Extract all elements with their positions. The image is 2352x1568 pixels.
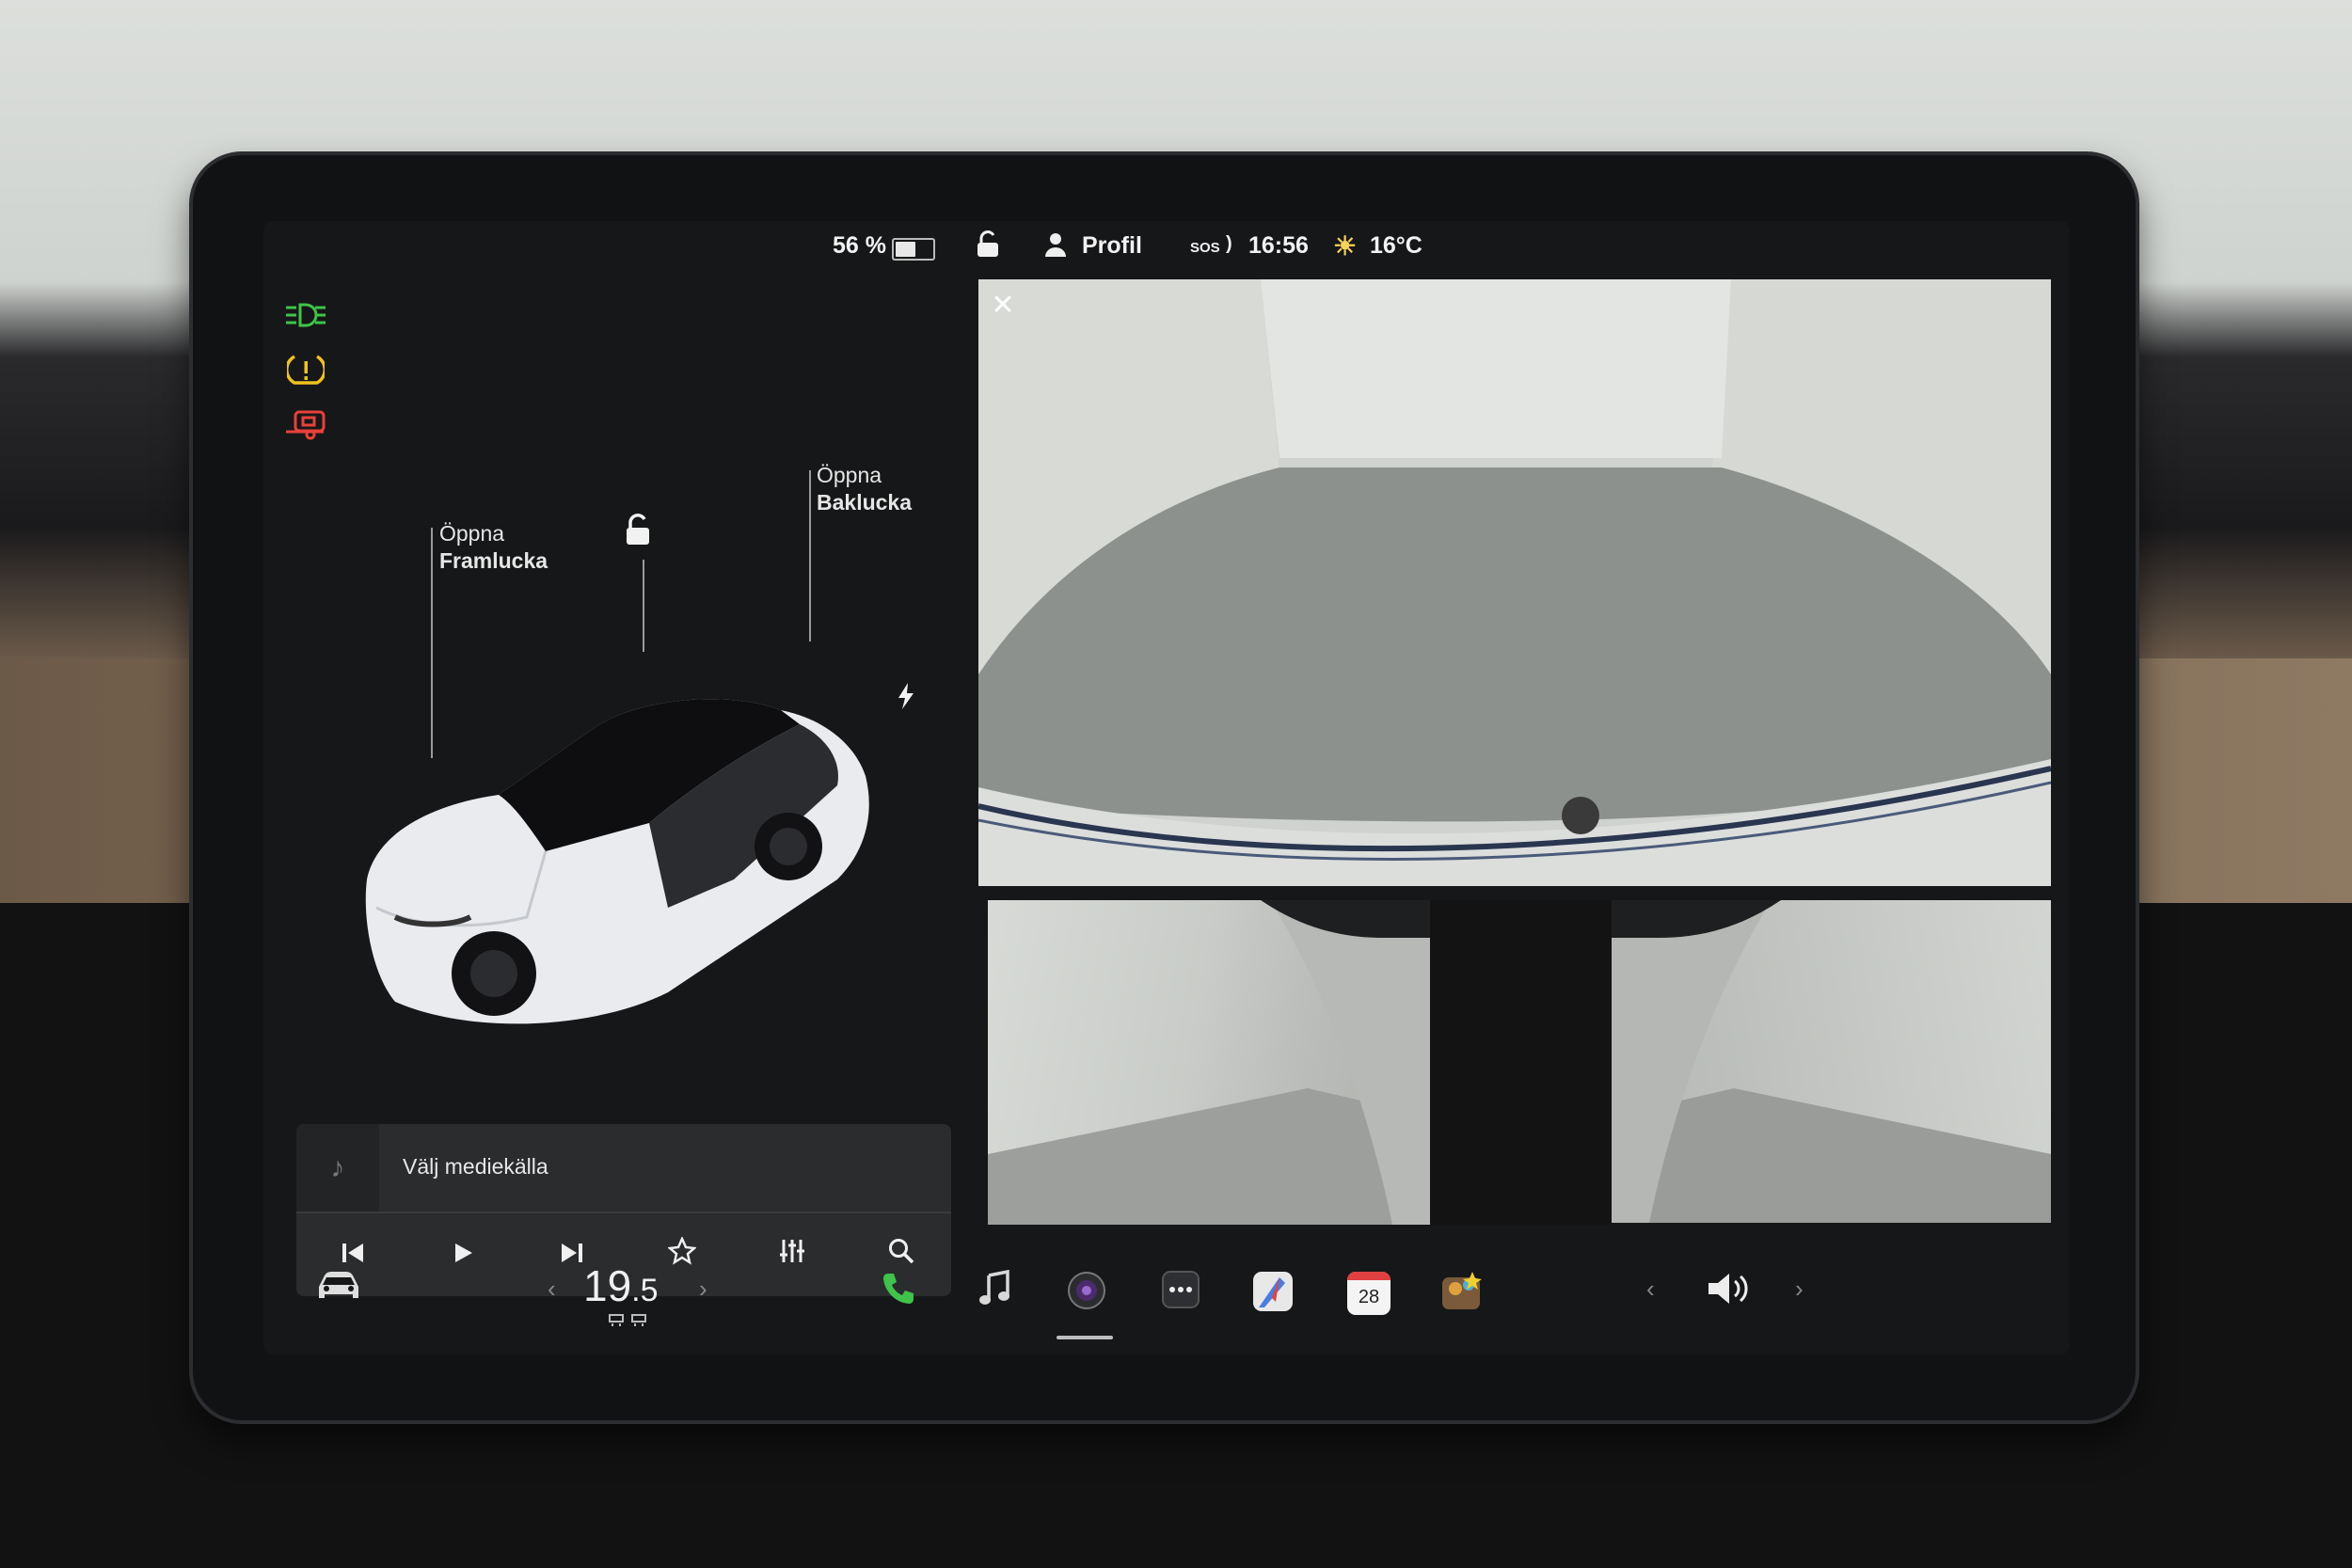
frunk-open-line1: Öppna (439, 521, 505, 546)
seat-heat-icons[interactable] (607, 1312, 648, 1332)
trunk-open-label[interactable]: Öppna Baklucka (817, 462, 912, 516)
profile-label[interactable]: Profil (1082, 232, 1142, 260)
more-apps-icon[interactable] (1157, 1270, 1204, 1317)
sos-icon[interactable]: SOS (1190, 240, 1220, 256)
trunk-open-line1: Öppna (817, 463, 882, 487)
car-unlocked-icon[interactable] (621, 513, 653, 551)
volume-icon[interactable] (1701, 1270, 1757, 1317)
camera-view: ✕ (978, 279, 2051, 1225)
outside-temperature: 16°C (1370, 232, 1422, 259)
active-app-indicator (1057, 1336, 1113, 1339)
calendar-day: 28 (1358, 1287, 1380, 1307)
left-repeater-camera-feed[interactable] (988, 900, 1430, 1225)
battery-icon (892, 238, 935, 261)
cabin-temp-decimal: .5 (631, 1273, 659, 1308)
frunk-open-line2: Framlucka (439, 548, 548, 573)
right-repeater-camera-feed[interactable] (1612, 900, 2051, 1223)
unlocked-lock-icon[interactable] (976, 230, 1002, 265)
rear-camera-feed[interactable]: ✕ (978, 279, 2051, 886)
toybox-app-icon[interactable] (1438, 1270, 1486, 1317)
touchscreen: 56 % Profil SOS ) 16:56 ☀ 16°C Öppna Fra… (263, 221, 2070, 1354)
battery-percent: 56 % (833, 232, 886, 259)
charge-port-icon[interactable] (896, 682, 916, 715)
navigation-app-icon[interactable] (1249, 1270, 1296, 1317)
status-bar: 56 % Profil SOS ) 16:56 ☀ 16°C (263, 221, 2070, 277)
clock: 16:56 (1248, 232, 1309, 259)
media-source-label[interactable]: Välj mediekälla (403, 1154, 548, 1180)
media-source-row[interactable]: ♪ Välj mediekälla (296, 1124, 951, 1213)
camera-app-icon[interactable] (1063, 1270, 1110, 1317)
cabin-temp-whole: 19 (583, 1261, 632, 1310)
music-icon[interactable] (971, 1269, 1018, 1317)
volume-up-chevron[interactable]: › (1795, 1275, 1804, 1304)
frunk-open-label[interactable]: Öppna Framlucka (439, 520, 548, 575)
tire-pressure-warning-icon (284, 353, 327, 390)
trunk-pointer-line (809, 470, 811, 641)
trunk-open-line2: Baklucka (817, 490, 913, 515)
close-icon[interactable]: ✕ (984, 287, 1022, 325)
sos-signal-icon: ) (1226, 233, 1232, 254)
sun-icon: ☀ (1333, 231, 1358, 261)
lock-pointer-line (643, 560, 644, 652)
profile-icon[interactable] (1044, 232, 1067, 263)
temp-down-chevron[interactable]: ‹ (548, 1275, 556, 1304)
temp-up-chevron[interactable]: › (699, 1275, 707, 1304)
car-icon[interactable] (310, 1270, 367, 1317)
camera-divider (1430, 900, 1612, 1225)
trailer-warning-icon (284, 409, 327, 447)
phone-icon[interactable] (875, 1270, 922, 1317)
music-note-icon: ♪ (296, 1124, 379, 1212)
car-3d-model[interactable] (358, 691, 884, 1049)
volume-down-chevron[interactable]: ‹ (1646, 1275, 1655, 1304)
bottom-dock: ‹ 19.5 › 28 ‹ › (263, 1246, 2070, 1354)
calendar-app-icon[interactable]: 28 (1345, 1270, 1392, 1317)
car-panel: Öppna Framlucka Öppna Baklucka ♪ Välj me… (263, 277, 960, 1296)
cabin-temperature[interactable]: 19.5 (583, 1260, 659, 1311)
parking-lights-icon (284, 301, 327, 339)
